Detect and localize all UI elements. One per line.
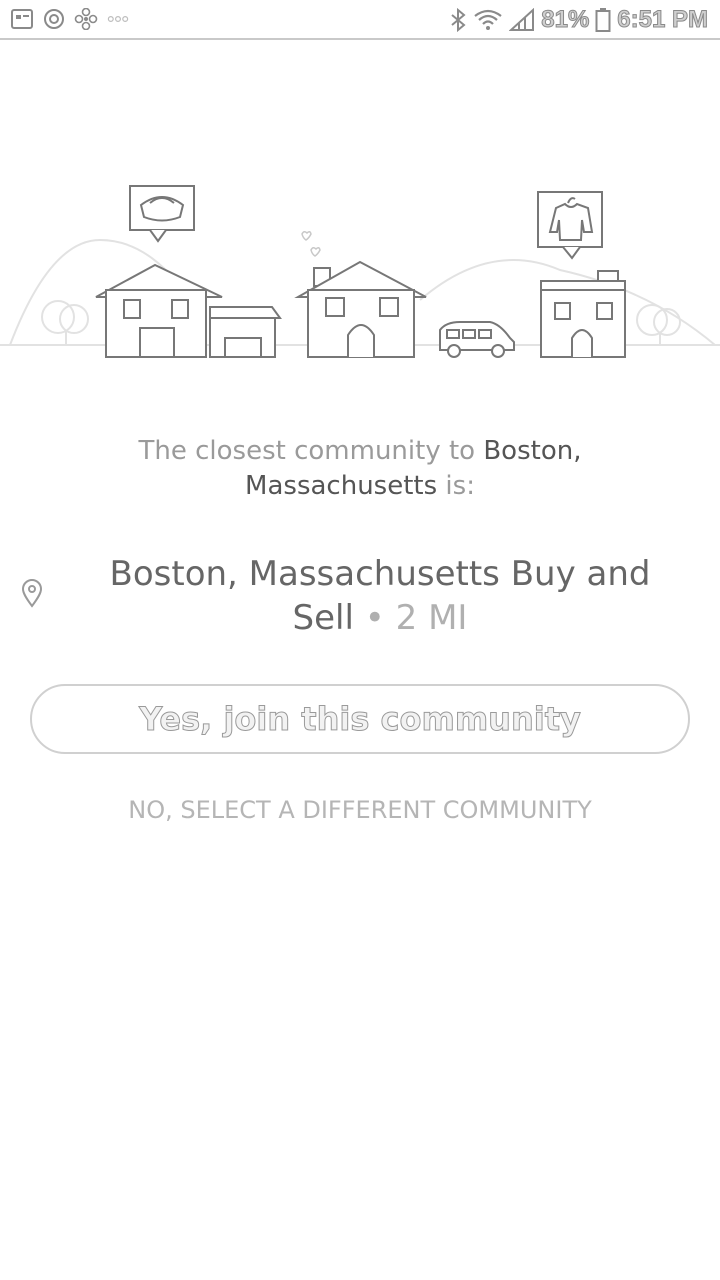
more-notifications-icon [107, 16, 129, 22]
prompt-suffix: is: [437, 471, 475, 501]
community-separator: • [353, 598, 396, 638]
house-left-icon [95, 263, 282, 358]
neighborhood-illustration [0, 185, 720, 358]
signal-icon [509, 8, 535, 31]
wifi-icon [474, 9, 502, 30]
hearts-icon [301, 230, 321, 257]
select-different-community-link[interactable]: NO, SELECT A DIFFERENT COMMUNITY [60, 796, 660, 824]
target-notification-icon [44, 9, 64, 29]
shopping-bag-bubble-icon [129, 185, 195, 243]
battery-icon [595, 8, 611, 32]
prompt-prefix: The closest community to [138, 436, 484, 466]
fan-notification-icon [74, 8, 98, 30]
battery-percent: 81% [541, 6, 590, 34]
image-notification-icon [11, 9, 33, 29]
location-pin-icon [21, 579, 43, 608]
join-community-button[interactable]: Yes, join this community [30, 684, 690, 754]
sweater-bubble-icon [537, 191, 603, 260]
house-center-icon [294, 260, 427, 358]
van-icon [439, 321, 515, 358]
status-bar-right: 81% 6:51 PM [449, 6, 708, 34]
house-right-icon [540, 270, 626, 358]
closest-community-prompt: The closest community to Boston, Massach… [100, 434, 620, 504]
status-bar-left [10, 8, 130, 30]
clock: 6:51 PM [617, 6, 709, 34]
community-suggestion[interactable]: Boston, Massachusetts Buy and Sell • 2 M… [90, 552, 670, 640]
bluetooth-icon [451, 8, 466, 32]
prompt-city: Boston, [483, 436, 582, 466]
tree-left-icon [41, 300, 89, 345]
status-bar: 81% 6:51 PM [0, 0, 720, 40]
prompt-state: Massachusetts [245, 471, 438, 501]
tree-right-icon [636, 304, 681, 345]
community-distance: 2 MI [395, 598, 468, 638]
